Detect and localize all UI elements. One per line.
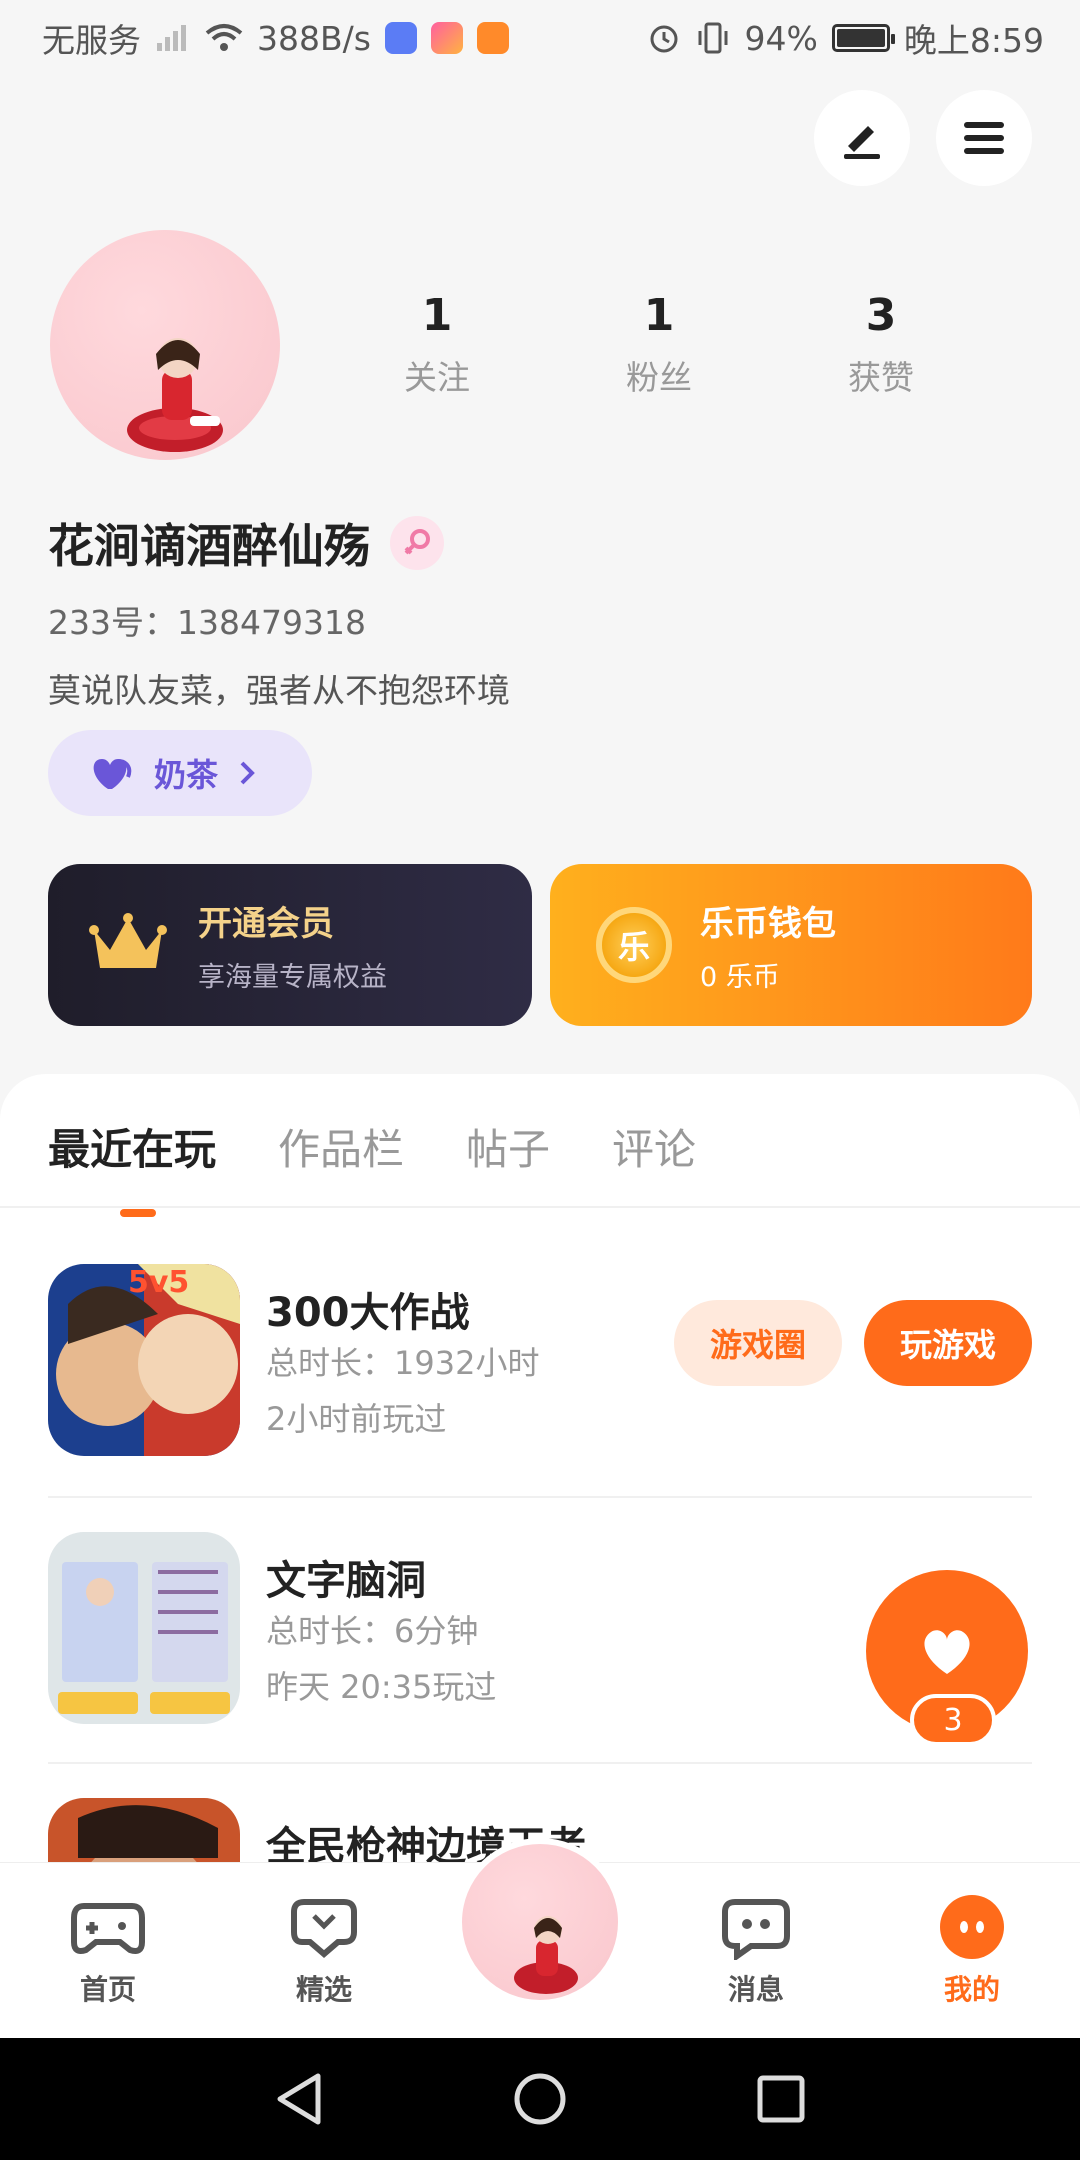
following-label: 关注 <box>404 358 470 397</box>
signal-icon <box>157 25 186 51</box>
game-icon-wenzi <box>48 1532 240 1724</box>
game-name: 文字脑洞 <box>266 1558 426 1604</box>
tab-posts[interactable]: 帖子 <box>466 1116 550 1177</box>
tag-label: 奶茶 <box>154 756 219 794</box>
followers-stat[interactable]: 1 粉丝 <box>548 290 770 399</box>
tag-pill[interactable]: 奶茶 <box>48 730 312 816</box>
wallet-card[interactable]: 乐 乐币钱包 0 乐币 <box>550 864 1032 1026</box>
home-icon[interactable] <box>513 2072 567 2126</box>
floating-like-button[interactable]: 3 <box>866 1570 1036 1750</box>
wallet-balance: 0 乐币 <box>700 962 780 993</box>
carrier-text: 无服务 <box>42 21 141 60</box>
app-icon <box>430 22 463 54</box>
likes-stat[interactable]: 3 获赞 <box>770 290 992 399</box>
user-id: 233号：138479318 <box>48 603 366 642</box>
game-last-played: 昨天 20:35玩过 <box>266 1668 497 1706</box>
wallet-title: 乐币钱包 <box>700 904 836 944</box>
followers-label: 粉丝 <box>626 358 692 397</box>
divider <box>0 1206 1080 1208</box>
female-icon <box>390 516 444 570</box>
avatar[interactable] <box>50 230 280 460</box>
likes-count: 3 <box>865 290 897 341</box>
chevron-right-icon <box>240 761 255 785</box>
profile-tabs: 最近在玩 作品栏 帖子 评论 <box>48 1116 696 1217</box>
play-game-button[interactable]: 玩游戏 <box>864 1300 1032 1386</box>
game-circle-button[interactable]: 游戏圈 <box>674 1300 842 1386</box>
likes-label: 获赞 <box>848 358 914 397</box>
chat-icon <box>722 1899 790 1960</box>
heart-icon <box>924 1630 970 1674</box>
followers-count: 1 <box>643 290 675 341</box>
game-name: 300大作战 <box>266 1290 470 1336</box>
nav-home[interactable]: 首页 <box>33 1896 183 2008</box>
battery-percent: 94% <box>744 18 818 58</box>
profile-stats: 1 关注 1 粉丝 3 获赞 <box>326 290 992 399</box>
wifi-icon <box>205 24 243 51</box>
game-duration: 总时长：6分钟 <box>266 1612 479 1650</box>
vibrate-icon <box>698 22 728 54</box>
net-speed: 388B/s <box>257 18 371 58</box>
recents-icon[interactable] <box>756 2074 806 2124</box>
nav-featured-label: 精选 <box>295 1973 352 2006</box>
battery-icon <box>831 24 895 52</box>
crown-icon <box>89 913 167 968</box>
vip-title: 开通会员 <box>198 904 334 944</box>
vip-card[interactable]: 开通会员 享海量专属权益 <box>48 864 532 1026</box>
tab-recent-playing[interactable]: 最近在玩 <box>48 1116 216 1217</box>
coin-icon: 乐 <box>596 907 672 983</box>
nav-messages-label: 消息 <box>727 1973 784 2006</box>
status-bar: 无服务 388B/s 94% 晚上8:59 <box>0 0 1080 76</box>
list-item[interactable]: 5v5 300大作战 总时长：1932小时 2小时前玩过 游戏圈 玩游戏 <box>48 1230 1032 1496</box>
game-last-played: 2小时前玩过 <box>266 1400 447 1438</box>
menu-icon <box>964 122 1004 154</box>
nav-featured[interactable]: 精选 <box>249 1896 399 2008</box>
heart-bubble-icon <box>291 1899 357 1958</box>
gamepad-icon <box>71 1903 145 1954</box>
svg-text:5v5: 5v5 <box>128 1265 189 1300</box>
tab-comments[interactable]: 评论 <box>612 1116 696 1177</box>
following-stat[interactable]: 1 关注 <box>326 290 548 399</box>
bio: 莫说队友菜，强者从不抱怨环境 <box>48 671 510 710</box>
following-count: 1 <box>421 290 453 341</box>
center-avatar-button[interactable] <box>456 1838 624 2006</box>
nav-mine[interactable]: 我的 <box>897 1894 1047 2008</box>
game-icon-300: 5v5 <box>48 1264 240 1456</box>
avatar-character-image <box>127 338 223 452</box>
pen-icon <box>844 126 880 159</box>
heart-icon <box>93 759 132 789</box>
video-app-icon <box>476 22 509 54</box>
nav-mine-label: 我的 <box>943 1973 1000 2006</box>
center-avatar-image <box>514 1916 578 1994</box>
system-nav-bar <box>0 2038 1080 2160</box>
nav-home-label: 首页 <box>79 1973 136 2006</box>
nav-messages[interactable]: 消息 <box>681 1896 831 2008</box>
music-app-icon <box>384 22 417 54</box>
tab-works[interactable]: 作品栏 <box>278 1116 404 1177</box>
menu-button[interactable] <box>936 90 1032 186</box>
nickname: 花涧谪酒醉仙殇 <box>48 519 370 573</box>
edit-profile-button[interactable] <box>814 90 910 186</box>
profile-dots-icon <box>940 1895 1004 1959</box>
alarm-icon <box>650 25 678 53</box>
game-duration: 总时长：1932小时 <box>266 1344 540 1382</box>
vip-subtitle: 享海量专属权益 <box>198 962 387 993</box>
like-count: 3 <box>910 1694 996 1746</box>
back-icon[interactable] <box>274 2072 324 2126</box>
tab-indicator <box>120 1209 156 1217</box>
clock: 晚上8:59 <box>903 21 1044 60</box>
